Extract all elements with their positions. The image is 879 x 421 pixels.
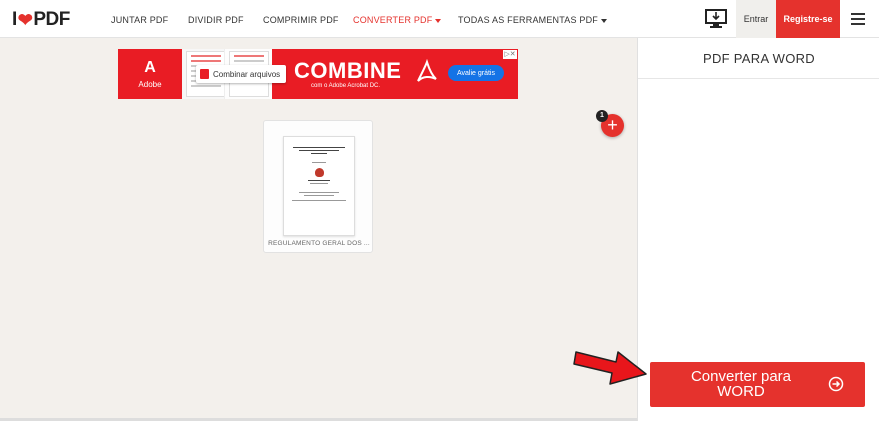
nav-todas-ferramentas[interactable]: TODAS AS FERRAMENTAS PDF bbox=[458, 15, 607, 25]
pdf-thumbnail bbox=[283, 136, 355, 236]
nav-converter-pdf-label: CONVERTER PDF bbox=[353, 15, 433, 25]
nav-juntar-pdf[interactable]: JUNTAR PDF bbox=[111, 15, 168, 25]
ad-subline: com o Adobe Acrobat DC. bbox=[311, 83, 381, 89]
chevron-down-icon bbox=[601, 18, 607, 23]
ad-cta-button[interactable]: Avalie grátis bbox=[448, 65, 504, 81]
adobe-logo: A Adobe bbox=[118, 49, 182, 99]
ad-chip-label: Combinar arquivos bbox=[213, 69, 281, 79]
ad-combine-files-chip: Combinar arquivos bbox=[196, 65, 287, 83]
convert-to-word-button[interactable]: Converter para WORD bbox=[650, 362, 865, 407]
nav-comprimir-pdf[interactable]: COMPRIMIR PDF bbox=[263, 15, 339, 25]
file-card[interactable]: REGULAMENTO GERAL DOS ... bbox=[263, 120, 373, 253]
heart-icon: ❤ bbox=[17, 9, 33, 30]
ad-close-icon[interactable]: ▷✕ bbox=[503, 50, 517, 59]
convert-button-label: Converter para WORD bbox=[690, 368, 792, 400]
sidebar-title: PDF PARA WORD bbox=[638, 38, 879, 79]
ilovepdf-logo[interactable]: I ❤ PDF bbox=[12, 9, 70, 31]
desktop-download-icon[interactable] bbox=[705, 9, 727, 29]
file-count-badge: 1 bbox=[596, 110, 608, 122]
arrow-right-circle-icon bbox=[828, 376, 844, 392]
nav-todas-ferramentas-label: TODAS AS FERRAMENTAS PDF bbox=[458, 15, 598, 25]
acrobat-file-icon bbox=[200, 69, 209, 79]
hamburger-menu-icon[interactable] bbox=[851, 13, 865, 25]
adobe-logo-icon: A bbox=[144, 58, 156, 76]
adobe-brand-text: Adobe bbox=[138, 79, 162, 89]
crest-icon bbox=[314, 168, 324, 177]
logo-right-text: PDF bbox=[33, 9, 70, 30]
top-navbar: I ❤ PDF JUNTAR PDF DIVIDIR PDF COMPRIMIR… bbox=[0, 0, 879, 38]
login-button[interactable]: Entrar bbox=[736, 0, 776, 38]
file-name: REGULAMENTO GERAL DOS ... bbox=[268, 240, 370, 247]
nav-converter-pdf[interactable]: CONVERTER PDF bbox=[353, 15, 442, 25]
annotation-arrow-icon bbox=[573, 351, 647, 385]
logo-left-text: I bbox=[12, 9, 17, 30]
signup-button[interactable]: Registre-se bbox=[776, 0, 840, 38]
ad-banner[interactable]: A Adobe Combinar arquivos COMBINE com o … bbox=[118, 49, 518, 99]
acrobat-icon bbox=[417, 59, 437, 82]
nav-dividir-pdf[interactable]: DIVIDIR PDF bbox=[188, 15, 244, 25]
ad-headline: COMBINE bbox=[294, 58, 402, 83]
chevron-down-icon bbox=[435, 18, 442, 23]
